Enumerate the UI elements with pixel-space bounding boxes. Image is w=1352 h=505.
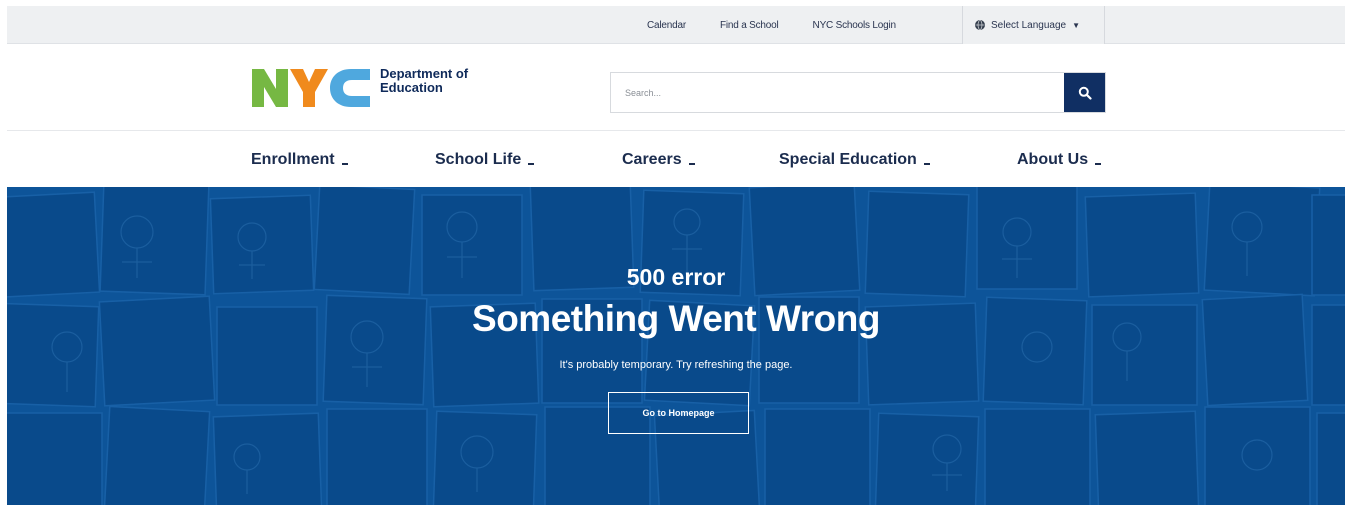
- dropdown-icon: [923, 162, 930, 165]
- nav-item-about-us[interactable]: About Us: [1017, 132, 1102, 187]
- dropdown-icon: [341, 162, 348, 165]
- globe-icon: [975, 20, 985, 30]
- search-icon: [1078, 86, 1092, 100]
- search-input[interactable]: [611, 73, 1061, 112]
- logo-line-1: Department of: [380, 66, 469, 81]
- error-hero: 500 error Something Went Wrong It's prob…: [7, 187, 1345, 505]
- nav-item-label: Enrollment: [251, 150, 335, 168]
- nav-item-label: School Life: [435, 150, 522, 168]
- logo-line-2: Education: [380, 80, 443, 95]
- utility-links: Calendar Find a School NYC Schools Login: [647, 6, 930, 44]
- utility-bar: Calendar Find a School NYC Schools Login…: [7, 6, 1345, 44]
- dropdown-icon: [1095, 162, 1102, 165]
- nav-item-enrollment[interactable]: Enrollment: [251, 132, 348, 187]
- nyc-schools-login-link[interactable]: NYC Schools Login: [813, 20, 897, 31]
- nav-item-label: Careers: [622, 150, 682, 168]
- logo-text: Department of Education: [380, 67, 468, 95]
- header: Department of Education: [7, 45, 1345, 131]
- error-message: It's probably temporary. Try refreshing …: [559, 359, 793, 371]
- language-label: Select Language: [991, 19, 1067, 31]
- page: Calendar Find a School NYC Schools Login…: [7, 6, 1345, 505]
- nyc-logo-mark: [252, 67, 374, 109]
- nav-item-careers[interactable]: Careers: [622, 132, 695, 187]
- search-button[interactable]: [1064, 73, 1105, 112]
- dropdown-icon: [688, 162, 695, 165]
- caret-down-icon: ▼: [1072, 20, 1080, 30]
- nav-item-school-life[interactable]: School Life: [435, 132, 535, 187]
- language-select[interactable]: Select Language ▼: [962, 6, 1105, 44]
- nav-item-label: About Us: [1017, 150, 1089, 168]
- hero-content: 500 error Something Went Wrong It's prob…: [7, 187, 1345, 505]
- find-a-school-link[interactable]: Find a School: [720, 20, 779, 31]
- go-to-homepage-button[interactable]: Go to Homepage: [608, 392, 749, 434]
- error-code: 500 error: [626, 264, 726, 290]
- calendar-link[interactable]: Calendar: [647, 20, 686, 31]
- main-nav: Enrollment School Life Careers Special E…: [7, 132, 1345, 187]
- nav-item-special-education[interactable]: Special Education: [779, 132, 930, 187]
- search-bar: [610, 72, 1106, 113]
- dropdown-icon: [528, 162, 535, 165]
- nav-item-label: Special Education: [779, 150, 917, 168]
- page-title: Something Went Wrong: [472, 298, 880, 339]
- nyc-doe-logo[interactable]: Department of Education: [252, 67, 468, 109]
